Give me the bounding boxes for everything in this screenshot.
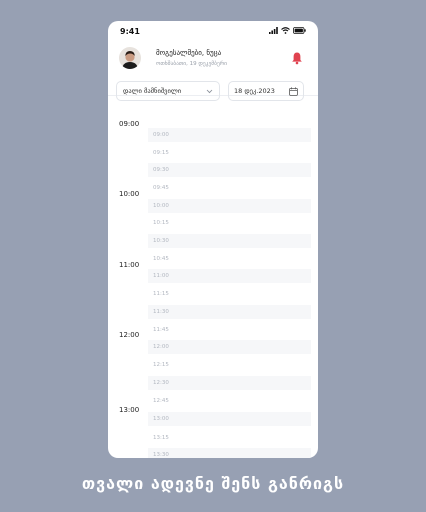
phone-frame: 9:41 მოგესალმები, ნუცა ოთხშაბათი, 19 დეკ…	[108, 21, 318, 458]
time-slot[interactable]: 10:00	[148, 199, 311, 213]
status-icons	[269, 27, 306, 34]
signal-icon	[269, 27, 278, 34]
status-time: 9:41	[120, 27, 140, 36]
doctor-select-value: დალი მამნიშვილი	[123, 87, 182, 95]
time-slot[interactable]: 09:00	[148, 128, 311, 142]
time-slot[interactable]: 10:15	[148, 216, 311, 230]
time-slot[interactable]: 12:00	[148, 340, 311, 354]
time-slot[interactable]: 12:45	[148, 394, 311, 408]
status-bar: 9:41	[108, 21, 318, 43]
time-slot[interactable]: 12:15	[148, 358, 311, 372]
wifi-icon	[281, 27, 290, 34]
time-slot[interactable]: 13:30	[148, 448, 311, 458]
time-slot[interactable]: 13:00	[148, 412, 311, 426]
current-date: ოთხშაბათი, 19 დეკემბერი	[156, 61, 228, 67]
time-slot[interactable]: 11:15	[148, 287, 311, 301]
filters: დალი მამნიშვილი 18 დეკ.2023	[108, 81, 318, 103]
hour-label: 12:00	[119, 331, 140, 339]
hour-label: 10:00	[119, 190, 140, 198]
caption: თვალი ადევნე შენს განრიგს	[81, 474, 345, 493]
time-slot[interactable]: 11:45	[148, 323, 311, 337]
greeting: მოგესალმები, ნუცა	[156, 49, 222, 57]
calendar-icon	[289, 86, 298, 96]
time-slot[interactable]: 09:45	[148, 181, 311, 195]
time-slot[interactable]: 13:15	[148, 431, 311, 445]
time-slot[interactable]: 12:30	[148, 376, 311, 390]
time-slot[interactable]: 09:15	[148, 146, 311, 160]
battery-icon	[293, 27, 306, 34]
time-slot[interactable]: 11:00	[148, 269, 311, 283]
hour-label: 09:00	[119, 120, 140, 128]
bell-icon[interactable]	[290, 51, 304, 65]
time-slot[interactable]: 11:30	[148, 305, 311, 319]
date-picker[interactable]: 18 დეკ.2023	[228, 81, 304, 101]
time-slot[interactable]: 09:30	[148, 163, 311, 177]
avatar[interactable]	[119, 47, 141, 69]
chevron-down-icon	[206, 89, 213, 93]
time-slot[interactable]: 10:45	[148, 252, 311, 266]
hour-label: 11:00	[119, 261, 140, 269]
doctor-select[interactable]: დალი მამნიშვილი	[116, 81, 220, 101]
schedule: 09:00 10:00 11:00 12:00 13:00 09:00 09:1…	[108, 117, 318, 458]
date-picker-value: 18 დეკ.2023	[234, 87, 275, 95]
time-slot[interactable]: 10:30	[148, 234, 311, 248]
hour-label: 13:00	[119, 406, 140, 414]
